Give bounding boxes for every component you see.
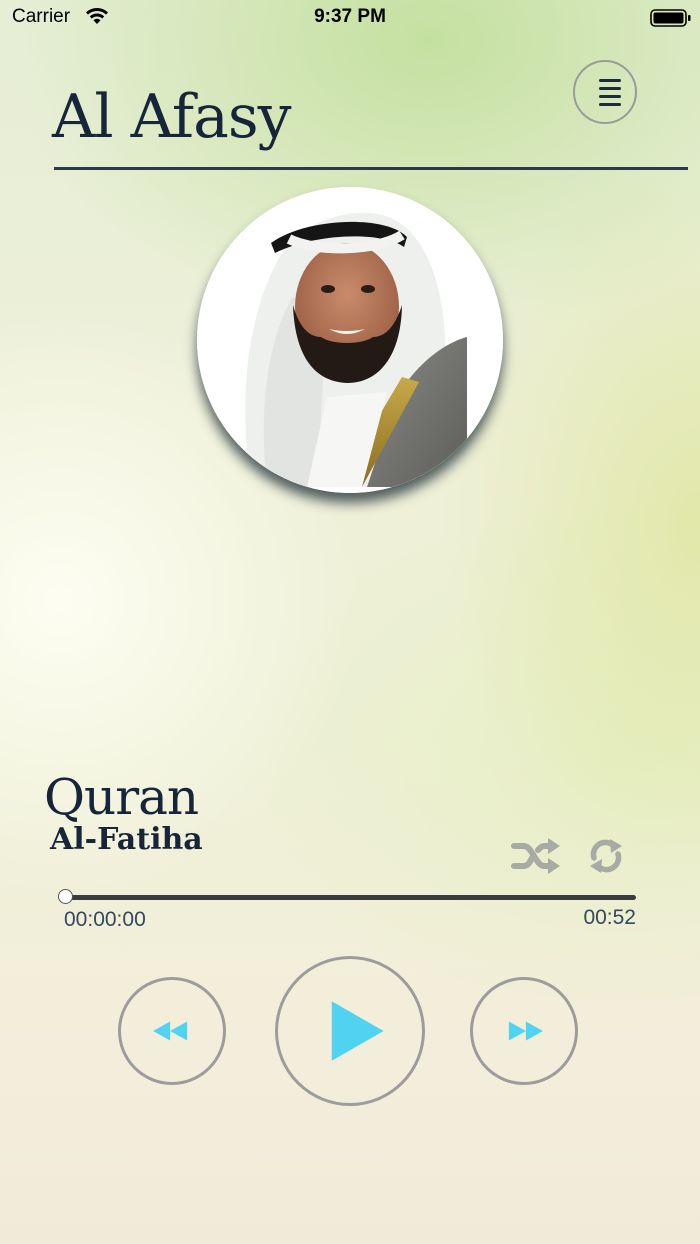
- status-time: 9:37 PM: [314, 6, 386, 27]
- fast-forward-button[interactable]: [470, 977, 578, 1085]
- shuffle-icon[interactable]: [510, 836, 562, 876]
- rewind-icon: [153, 1021, 188, 1041]
- menu-button[interactable]: [573, 60, 637, 124]
- progress-thumb[interactable]: [58, 889, 73, 904]
- progress-slider[interactable]: [58, 889, 636, 904]
- fast-forward-icon: [508, 1021, 543, 1041]
- track-title: Al-Fatiha: [50, 822, 203, 857]
- album-title: Quran: [44, 768, 199, 826]
- current-time: 00:00:00: [64, 908, 146, 931]
- status-bar: Carrier 9:37 PM: [0, 0, 700, 36]
- total-time: 00:52: [583, 906, 636, 929]
- battery-icon: [650, 9, 691, 27]
- repeat-icon[interactable]: [584, 834, 628, 878]
- rewind-button[interactable]: [118, 977, 226, 1085]
- now-playing-info: Quran Al-Fatiha: [44, 770, 203, 856]
- reciter-photo: [197, 187, 503, 493]
- reciter-portrait: [197, 187, 503, 493]
- title-divider: [54, 167, 688, 170]
- play-icon: [331, 1001, 384, 1061]
- play-button[interactable]: [275, 956, 425, 1106]
- page-title: Al Afasy: [52, 82, 292, 152]
